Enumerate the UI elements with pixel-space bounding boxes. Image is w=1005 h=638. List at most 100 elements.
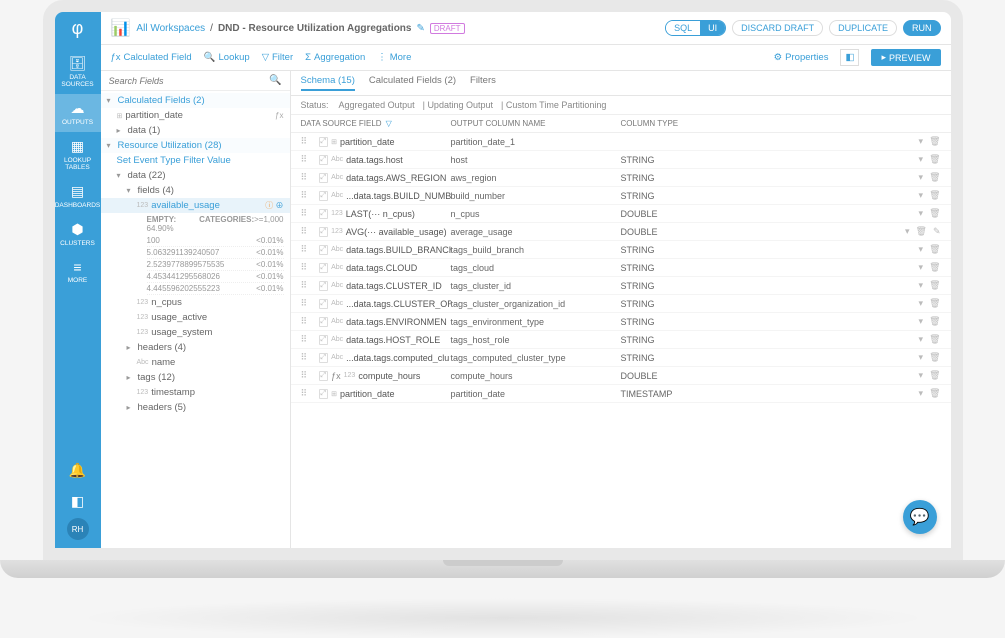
schema-row[interactable]: ⠿ ⤢ ⊞ partition_date partition_date_1 ▾🗑 — [291, 133, 951, 151]
add-icon[interactable]: ⊕ — [276, 201, 284, 210]
delete-icon[interactable]: 🗑 — [929, 172, 940, 183]
tool-filter[interactable]: ▽Filter — [262, 52, 293, 63]
dropdown-icon[interactable]: ▾ — [919, 298, 924, 309]
tool-calculated-field[interactable]: ƒxCalculated Field — [111, 52, 192, 63]
set-event-filter[interactable]: Set Event Type Filter Value — [101, 153, 290, 168]
schema-row[interactable]: ⠿ ⤢ Abc data.tags.ENVIRONMEN tags_enviro… — [291, 313, 951, 331]
expand-icon[interactable]: ⤢ — [319, 209, 329, 219]
duplicate-button[interactable]: DUPLICATE — [829, 20, 897, 36]
delete-icon[interactable]: 🗑 — [929, 136, 940, 147]
drag-handle-icon[interactable]: ⠿ — [301, 334, 319, 345]
expand-icon[interactable]: ⤢ — [319, 371, 329, 381]
expand-icon[interactable]: ⤢ — [319, 191, 329, 201]
delete-icon[interactable]: 🗑 — [929, 334, 940, 345]
dropdown-icon[interactable]: ▾ — [905, 226, 910, 237]
dropdown-icon[interactable]: ▾ — [919, 136, 924, 147]
discard-button[interactable]: DISCARD DRAFT — [732, 20, 823, 36]
delete-icon[interactable]: 🗑 — [929, 280, 940, 291]
drag-handle-icon[interactable]: ⠿ — [301, 352, 319, 363]
expand-icon[interactable]: ⤢ — [319, 317, 329, 327]
preview-button[interactable]: ▸PREVIEW — [871, 49, 940, 66]
nav-more[interactable]: ≡MORE — [55, 253, 101, 290]
calc-field-item[interactable]: ⊞partition_dateƒx — [101, 108, 290, 123]
expand-icon[interactable]: ⤢ — [319, 137, 329, 147]
schema-row[interactable]: ⠿ ⤢ Abc data.tags.CLOUD tags_cloud STRIN… — [291, 259, 951, 277]
delete-icon[interactable]: 🗑 — [929, 370, 940, 381]
schema-row[interactable]: ⠿ ⤢ Abc data.tags.BUILD_BRANCH tags_buil… — [291, 241, 951, 259]
tool-more[interactable]: ⋮More — [377, 52, 411, 63]
user-avatar[interactable]: RH — [67, 518, 89, 540]
expand-icon[interactable]: ⤢ — [319, 299, 329, 309]
drag-handle-icon[interactable]: ⠿ — [301, 136, 319, 147]
drag-handle-icon[interactable]: ⠿ — [301, 280, 319, 291]
calc-fields-header[interactable]: ▾Calculated Fields (2) — [101, 93, 290, 108]
delete-icon[interactable]: 🗑 — [916, 226, 927, 237]
schema-row[interactable]: ⠿ ⤢ Abc data.tags.host host STRING ▾🗑 — [291, 151, 951, 169]
tree-item[interactable]: 123usage_active — [101, 310, 290, 325]
drag-handle-icon[interactable]: ⠿ — [301, 298, 319, 309]
sql-ui-toggle[interactable]: SQL UI — [665, 20, 726, 36]
tool-aggregation[interactable]: ΣAggregation — [305, 52, 365, 63]
tool-lookup[interactable]: 🔍Lookup — [204, 52, 250, 63]
bookmark[interactable]: ◧ — [55, 487, 101, 518]
drag-handle-icon[interactable]: ⠿ — [301, 172, 319, 183]
dropdown-icon[interactable]: ▾ — [919, 316, 924, 327]
nav-clusters[interactable]: ⬢CLUSTERS — [55, 215, 101, 253]
dropdown-icon[interactable]: ▾ — [919, 280, 924, 291]
delete-icon[interactable]: 🗑 — [929, 298, 940, 309]
info-icon[interactable]: ⓘ — [265, 201, 273, 210]
dropdown-icon[interactable]: ▾ — [919, 388, 924, 399]
dropdown-icon[interactable]: ▾ — [919, 334, 924, 345]
schema-row[interactable]: ⠿ ⤢ 123 AVG(··· available_usage) average… — [291, 223, 951, 241]
delete-icon[interactable]: 🗑 — [929, 388, 940, 399]
expand-icon[interactable]: ⤢ — [319, 335, 329, 345]
edit-name-icon[interactable]: ✎ — [416, 23, 424, 34]
crumb-workspaces[interactable]: All Workspaces — [136, 23, 205, 34]
chat-button[interactable]: 💬 — [903, 500, 937, 534]
resource-util-header[interactable]: ▾Resource Utilization (28) — [101, 138, 290, 153]
tree-item[interactable]: ▸tags (12) — [101, 370, 290, 385]
schema-row[interactable]: ⠿ ⤢ ƒx 123 compute_hours compute_hours D… — [291, 367, 951, 385]
filter-icon[interactable]: ▽ — [386, 119, 392, 128]
tab-filters[interactable]: Filters — [470, 75, 496, 91]
dropdown-icon[interactable]: ▾ — [919, 208, 924, 219]
dropdown-icon[interactable]: ▾ — [919, 262, 924, 273]
expand-icon[interactable]: ⤢ — [319, 353, 329, 363]
run-button[interactable]: RUN — [903, 20, 941, 36]
expand-icon[interactable]: ⤢ — [319, 227, 329, 237]
dropdown-icon[interactable]: ▾ — [919, 370, 924, 381]
schema-row[interactable]: ⠿ ⤢ Abc ...data.tags.computed_clu tags_c… — [291, 349, 951, 367]
expand-icon[interactable]: ⤢ — [319, 389, 329, 399]
schema-row[interactable]: ⠿ ⤢ Abc data.tags.AWS_REGION aws_region … — [291, 169, 951, 187]
delete-icon[interactable]: 🗑 — [929, 190, 940, 201]
expand-icon[interactable]: ⤢ — [319, 245, 329, 255]
nav-data-sources[interactable]: 🗄DATA SOURCES — [55, 49, 101, 94]
expand-icon[interactable]: ⤢ — [319, 155, 329, 165]
tree-item[interactable]: ▸headers (4) — [101, 340, 290, 355]
nav-lookup-tables[interactable]: ▦LOOKUP TABLES — [55, 132, 101, 177]
schema-row[interactable]: ⠿ ⤢ 123 LAST(··· n_cpus) n_cpus DOUBLE ▾… — [291, 205, 951, 223]
drag-handle-icon[interactable]: ⠿ — [301, 244, 319, 255]
dropdown-icon[interactable]: ▾ — [919, 190, 924, 201]
drag-handle-icon[interactable]: ⠿ — [301, 154, 319, 165]
tab-calculated[interactable]: Calculated Fields (2) — [369, 75, 456, 91]
delete-icon[interactable]: 🗑 — [929, 316, 940, 327]
field-available-usage[interactable]: 123available_usage ⓘ ⊕ — [101, 198, 290, 213]
drag-handle-icon[interactable]: ⠿ — [301, 262, 319, 273]
delete-icon[interactable]: 🗑 — [929, 244, 940, 255]
search-fields[interactable]: 🔍 — [101, 71, 290, 91]
data22-node[interactable]: ▾data (22) — [101, 168, 290, 183]
fields-node[interactable]: ▾fields (4) — [101, 183, 290, 198]
expand-icon[interactable]: ⤢ — [319, 281, 329, 291]
search-input[interactable] — [109, 76, 270, 86]
dropdown-icon[interactable]: ▾ — [919, 172, 924, 183]
drag-handle-icon[interactable]: ⠿ — [301, 388, 319, 399]
schema-row[interactable]: ⠿ ⤢ Abc ...data.tags.CLUSTER_OR tags_clu… — [291, 295, 951, 313]
schema-row[interactable]: ⠿ ⤢ ⊞ partition_date partition_date TIME… — [291, 385, 951, 403]
tree-item[interactable]: 123n_cpus — [101, 295, 290, 310]
delete-icon[interactable]: 🗑 — [929, 154, 940, 165]
notifications[interactable]: 🔔 — [55, 456, 101, 487]
properties-button[interactable]: ⚙Properties — [774, 52, 829, 63]
dropdown-icon[interactable]: ▾ — [919, 352, 924, 363]
schema-row[interactable]: ⠿ ⤢ Abc ...data.tags.BUILD_NUMB build_nu… — [291, 187, 951, 205]
